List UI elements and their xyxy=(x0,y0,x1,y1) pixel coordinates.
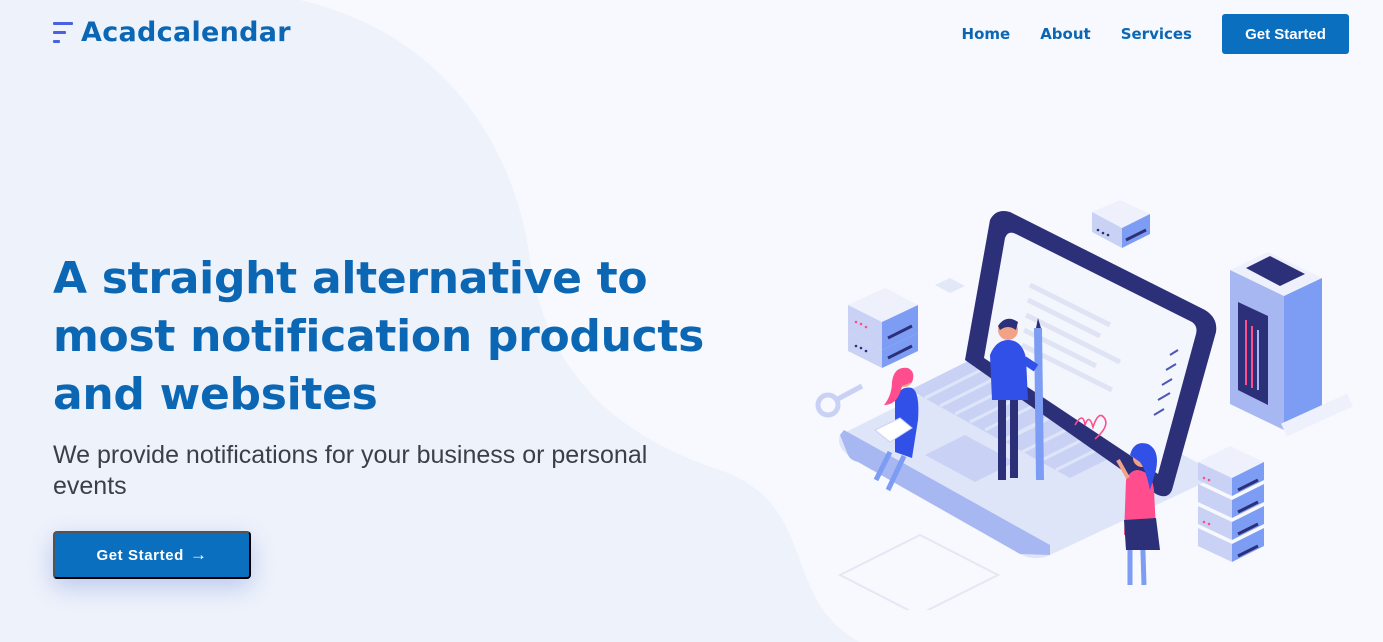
nav-link-about[interactable]: About xyxy=(1040,14,1091,54)
logo[interactable]: Acadcalendar xyxy=(53,17,291,48)
get-started-nav-button[interactable]: Get Started xyxy=(1222,14,1349,54)
get-started-hero-button[interactable]: Get Started → xyxy=(53,531,251,579)
hero-button-label: Get Started xyxy=(96,546,184,564)
page: Acadcalendar Home About Services Get Sta… xyxy=(0,0,1383,642)
hero-illustration xyxy=(815,200,1353,610)
nav-link-services[interactable]: Services xyxy=(1121,14,1192,54)
hero-title: A straight alternative to most notificat… xyxy=(53,253,705,420)
menu-lines-icon xyxy=(53,21,73,43)
server-left xyxy=(848,288,918,368)
nav-link-home[interactable]: Home xyxy=(962,14,1011,54)
server-right xyxy=(1198,446,1264,562)
arrow-right-icon: → xyxy=(189,545,208,564)
brand-name: Acadcalendar xyxy=(81,17,291,48)
server-tower xyxy=(1230,252,1353,437)
key-icon xyxy=(815,383,864,418)
main-nav: Home About Services Get Started xyxy=(932,14,1349,54)
hero-subtitle: We provide notifications for your busine… xyxy=(53,441,648,500)
server-top xyxy=(1092,200,1150,248)
site-header: Acadcalendar Home About Services Get Sta… xyxy=(0,0,1383,70)
